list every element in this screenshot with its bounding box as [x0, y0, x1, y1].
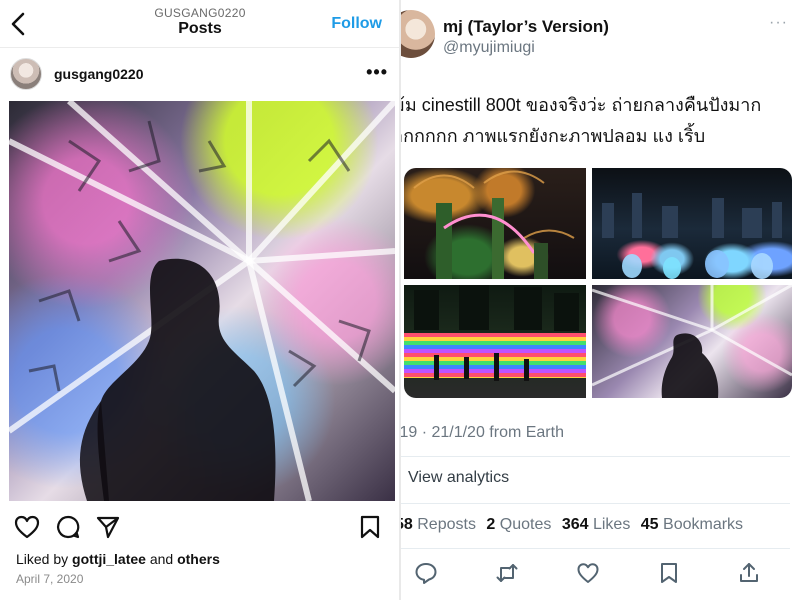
reposts-label: Reposts [417, 516, 476, 533]
divider [0, 47, 400, 48]
media-image[interactable] [592, 285, 792, 398]
tweet-timestamp: :19 · 21/1/20 from Earth [401, 424, 564, 441]
tweet-media-grid [404, 168, 792, 398]
comment-icon[interactable] [55, 514, 81, 540]
tweet-text: ม้ม cinestill 800t ของจริงว่ะ ถ่ายกลางคื… [401, 90, 800, 152]
display-name[interactable]: mj (Taylor’s Version) [443, 17, 609, 37]
tweet-text-line: ากกกกก ภาพแรกยังกะภาพปลอม แง เริ้บ [401, 126, 706, 146]
media-image[interactable] [404, 168, 586, 279]
user-handle[interactable]: @myujimiugi [443, 39, 535, 57]
post-username[interactable]: gusgang0220 [54, 66, 143, 82]
divider [401, 548, 790, 549]
media-image[interactable] [404, 285, 586, 398]
liked-user-link[interactable]: gottji_latee [72, 551, 146, 567]
share-icon[interactable] [737, 561, 761, 585]
bookmarks-stat[interactable]: 45 Bookmarks [641, 516, 743, 533]
liked-others-link[interactable]: others [177, 551, 220, 567]
heart-icon[interactable] [14, 514, 40, 540]
bookmarks-count: 45 [640, 516, 659, 533]
instagram-post-panel: GUSGANG0220 Posts Follow gusgang0220 ••• [0, 0, 400, 600]
quotes-count: 2 [486, 516, 496, 533]
post-header: gusgang0220 ••• [0, 56, 400, 96]
liked-and: and [149, 551, 174, 567]
tweet-panel: mj (Taylor’s Version) @myujimiugi ··· ม้… [401, 0, 800, 600]
like-icon[interactable] [576, 561, 600, 585]
retweet-icon[interactable] [495, 561, 519, 585]
post-actions [0, 510, 400, 542]
divider [401, 456, 790, 457]
liked-prefix: Liked by [16, 551, 69, 567]
post-photo[interactable] [9, 101, 395, 501]
likes-stat[interactable]: 364 Likes [562, 516, 631, 533]
tweet-text-line: ม้ม cinestill 800t ของจริงว่ะ ถ่ายกลางคื… [401, 95, 762, 115]
bookmark-icon[interactable] [657, 561, 681, 585]
more-options-icon[interactable]: ••• [366, 62, 388, 83]
reposts-stat[interactable]: 58 Reposts [401, 516, 476, 533]
reposts-count: 58 [401, 516, 413, 533]
liked-by-text: Liked by gottji_latee and others [16, 551, 220, 567]
likes-label: Likes [592, 516, 631, 533]
more-options-icon[interactable]: ··· [769, 14, 788, 32]
quotes-label: Quotes [499, 516, 552, 533]
follow-button[interactable]: Follow [331, 15, 382, 33]
tweet-actions [401, 560, 790, 588]
post-date: April 7, 2020 [16, 572, 84, 586]
likes-count: 364 [561, 516, 589, 533]
reply-icon[interactable] [414, 561, 438, 585]
bookmarks-label: Bookmarks [663, 516, 744, 533]
avatar[interactable] [401, 10, 435, 58]
quotes-stat[interactable]: 2 Quotes [486, 516, 551, 533]
tweet-stats: 58 Reposts 2 Quotes 364 Likes 45 Bookmar… [401, 516, 749, 534]
avatar[interactable] [10, 58, 42, 90]
view-analytics-link[interactable]: View analytics [408, 469, 509, 487]
top-bar: GUSGANG0220 Posts Follow [0, 0, 400, 48]
share-icon[interactable] [95, 514, 121, 540]
bookmark-icon[interactable] [357, 514, 383, 540]
divider [401, 503, 790, 504]
media-image[interactable] [592, 168, 792, 279]
